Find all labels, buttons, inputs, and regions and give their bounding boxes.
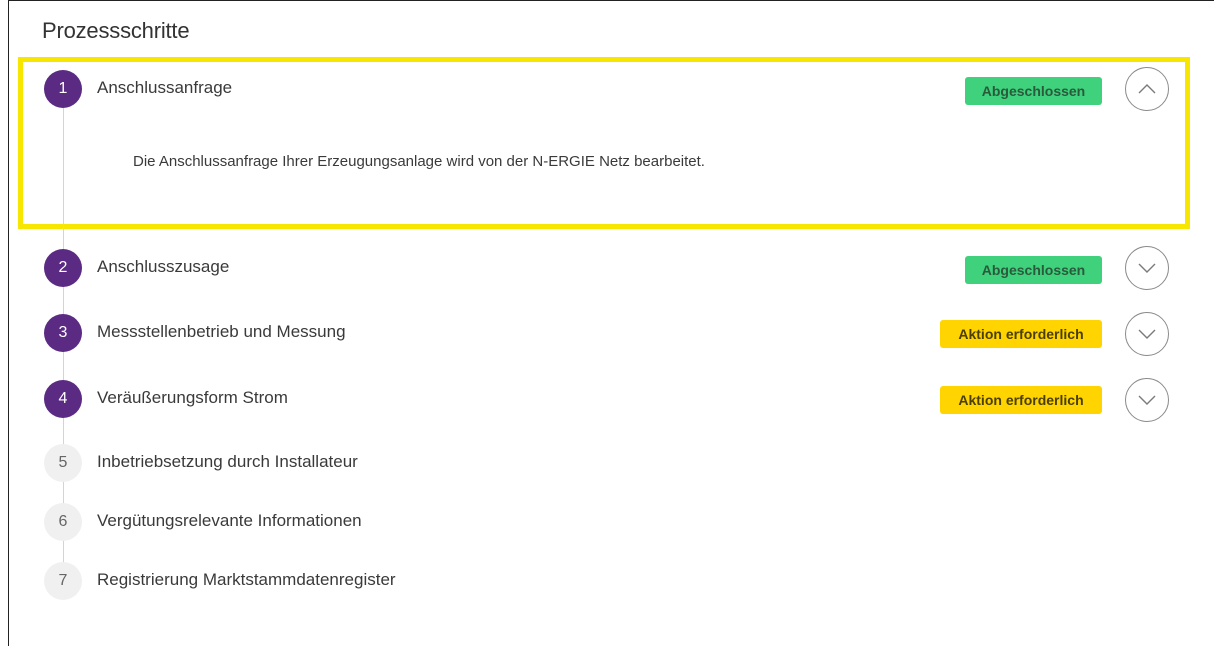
step-number: 6 [44, 503, 82, 541]
step-7: 7 Registrierung Marktstammdatenregister [0, 562, 1215, 602]
step-6: 6 Vergütungsrelevante Informationen [0, 503, 1215, 543]
step-description: Die Anschlussanfrage Ihrer Erzeugungsanl… [133, 153, 705, 170]
step-4: 4 Veräußerungsform Strom Aktion erforder… [0, 378, 1215, 422]
step-number: 4 [44, 380, 82, 418]
step-3: 3 Messstellenbetrieb und Messung Aktion … [0, 312, 1215, 356]
status-badge: Aktion erforderlich [940, 320, 1102, 348]
chevron-down-icon [1138, 263, 1156, 273]
status-badge: Abgeschlossen [965, 77, 1102, 105]
chevron-down-icon [1138, 329, 1156, 339]
expand-toggle-button[interactable] [1125, 378, 1169, 422]
step-label: Inbetriebsetzung durch Installateur [97, 452, 358, 471]
step-label: Vergütungsrelevante Informationen [97, 511, 362, 530]
step-1: 1 Anschlussanfrage Abgeschlossen [0, 67, 1215, 111]
chevron-up-icon [1138, 84, 1156, 94]
page-title: Prozessschritte [42, 18, 190, 43]
step-label: Registrierung Marktstammdatenregister [97, 570, 396, 589]
step-number: 5 [44, 444, 82, 482]
step-number: 2 [44, 249, 82, 287]
status-badge: Aktion erforderlich [940, 386, 1102, 414]
step-label: Anschlussanfrage [97, 78, 233, 97]
expand-toggle-button[interactable] [1125, 312, 1169, 356]
step-2: 2 Anschlusszusage Abgeschlossen [0, 246, 1215, 290]
step-number: 7 [44, 562, 82, 600]
step-label: Veräußerungsform Strom [97, 388, 288, 407]
step-label: Anschlusszusage [97, 257, 230, 276]
expand-toggle-button[interactable] [1125, 246, 1169, 290]
step-5: 5 Inbetriebsetzung durch Installateur [0, 444, 1215, 484]
step-number: 3 [44, 314, 82, 352]
collapse-toggle-button[interactable] [1125, 67, 1169, 111]
status-badge: Abgeschlossen [965, 256, 1102, 284]
step-label: Messstellenbetrieb und Messung [97, 322, 346, 341]
step-number: 1 [44, 70, 82, 108]
chevron-down-icon [1138, 395, 1156, 405]
